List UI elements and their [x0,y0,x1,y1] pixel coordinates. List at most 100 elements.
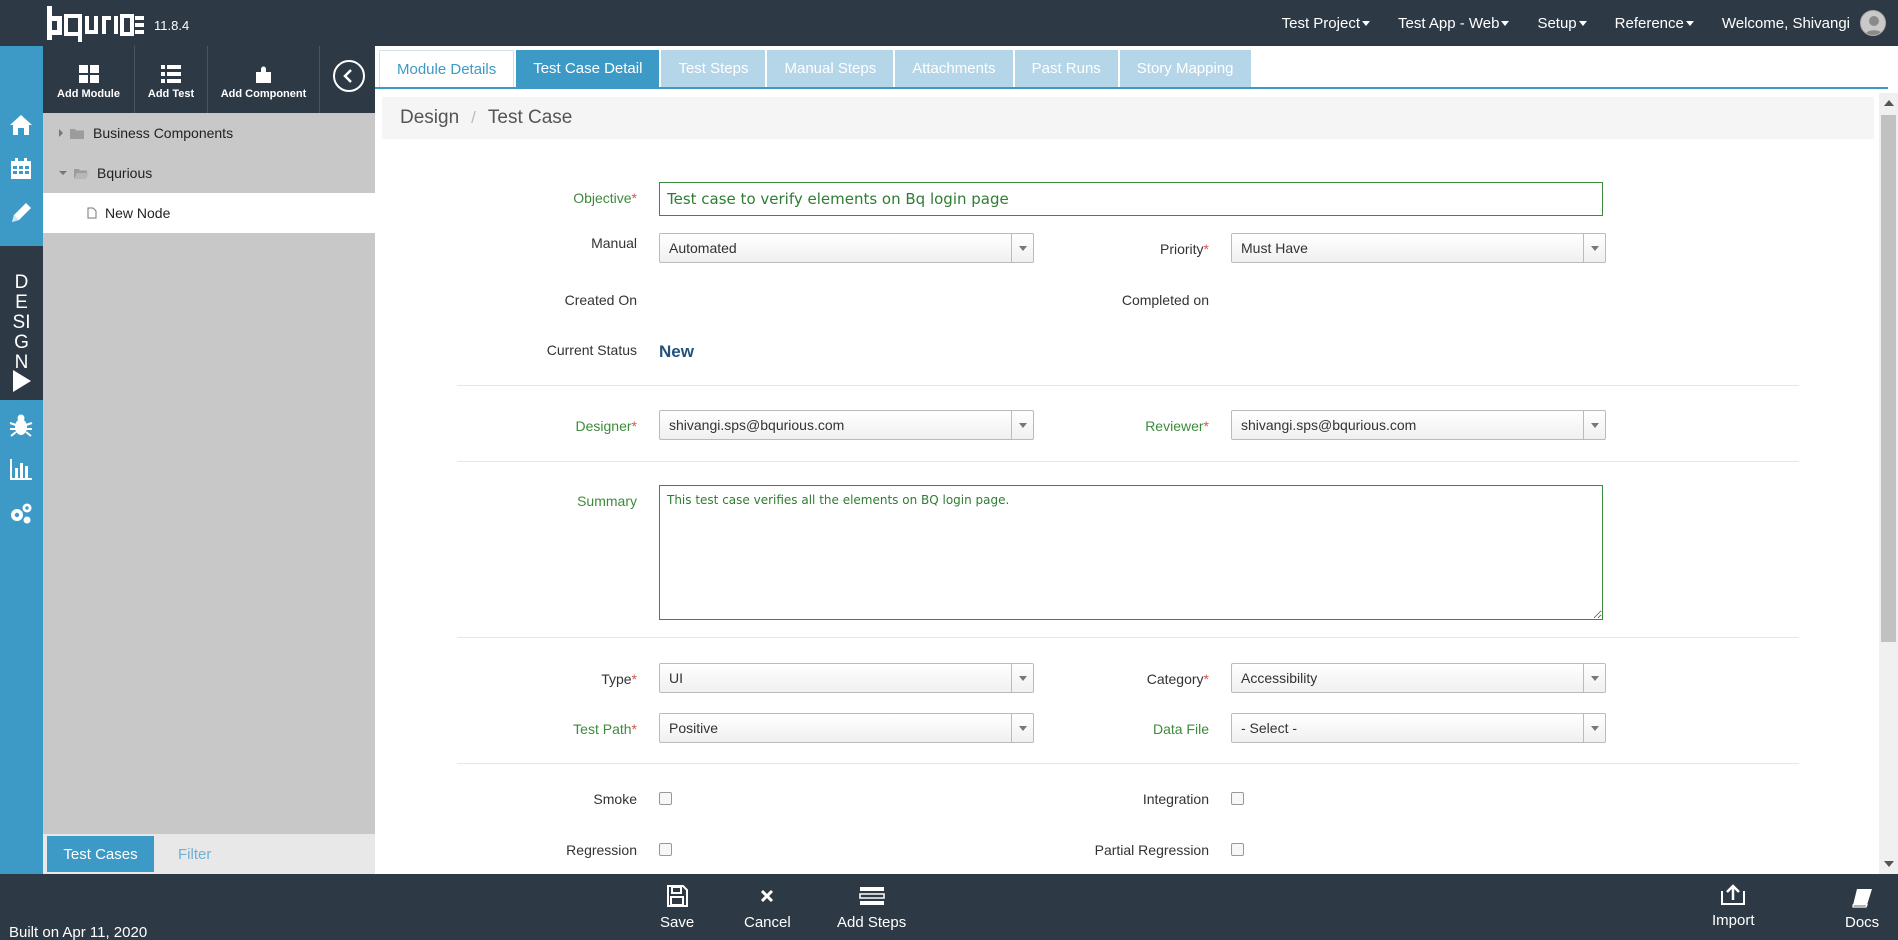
data-file-label: Data File [1152,721,1209,737]
expand-arrow-icon[interactable] [59,129,63,137]
save-button[interactable]: Save [660,884,694,931]
data-file-select[interactable]: - Select - [1231,713,1606,743]
tab-module-details[interactable]: Module Details [379,50,515,87]
label-text: Designer [575,418,632,434]
current-status-label: Current Status [546,342,637,358]
menu-label: Test App - Web [1398,14,1500,32]
created-on-label: Created On [564,292,637,308]
collapse-arrow-icon[interactable] [59,171,67,175]
regression-checkbox[interactable] [659,843,672,856]
play-icon[interactable] [8,368,34,394]
cancel-button[interactable]: Cancel [744,884,791,931]
bug-icon[interactable] [8,412,34,438]
test-path-select[interactable]: Positive [659,713,1034,743]
menu-setup[interactable]: Setup [1537,15,1587,32]
dropdown-arrow-icon [1583,714,1605,742]
summary-label: Summary [577,493,637,509]
manual-value: Automated [669,240,737,256]
tab-story-mapping[interactable]: Story Mapping [1119,50,1251,87]
design-letter: SI [12,312,31,333]
priority-select[interactable]: Must Have [1231,233,1606,263]
avatar[interactable] [1860,10,1886,36]
list-icon [161,65,181,83]
smoke-label: Smoke [593,791,637,807]
tree-node-bqurious[interactable]: Bqurious [43,153,375,193]
breadcrumb: Design / Test Case [382,97,1874,139]
data-file-value: - Select - [1241,720,1298,736]
docs-button[interactable]: Docs [1845,888,1879,931]
add-component-label: Add Component [220,88,307,100]
required-mark: * [1203,671,1209,687]
summary-textarea[interactable]: This test case verifies all the elements… [659,485,1603,620]
pencil-icon[interactable] [8,200,34,226]
tab-attachments[interactable]: Attachments [895,50,1013,87]
label-text: Reviewer [1145,418,1204,434]
label-text: Objective [573,190,632,206]
tab-manual-steps[interactable]: Manual Steps [767,50,894,87]
menu-test-app[interactable]: Test App - Web [1398,14,1510,32]
floppy-disk-icon [667,885,689,907]
caret-down-icon [1362,20,1370,26]
smoke-checkbox[interactable] [659,792,672,805]
menu-reference[interactable]: Reference [1615,15,1694,32]
priority-label: Priority* [1160,241,1209,257]
reviewer-label: Reviewer* [1145,418,1209,434]
menu-test-project[interactable]: Test Project [1282,15,1370,32]
type-value: UI [669,670,683,686]
integration-label: Integration [1142,791,1209,807]
designer-label: Designer* [576,418,637,434]
tab-test-cases[interactable]: Test Cases [47,836,154,872]
add-steps-button[interactable]: Add Steps [837,884,906,931]
tab-test-steps[interactable]: Test Steps [661,50,766,87]
collapse-panel-button[interactable] [333,60,365,92]
close-icon [761,889,774,903]
dropdown-arrow-icon [1011,234,1033,262]
home-icon[interactable] [8,112,34,138]
file-icon [87,207,97,219]
module-tree: Business Components Bqurious New Node [43,113,375,233]
caret-down-icon [1578,20,1587,26]
required-mark: * [1203,418,1209,434]
folder-open-icon [74,168,89,179]
manual-select[interactable]: Automated [659,233,1034,263]
tree-node-label: Business Components [93,125,234,141]
type-select[interactable]: UI [659,663,1034,693]
tree-node-business-components[interactable]: Business Components [43,113,375,153]
add-test-button[interactable]: Add Test [135,46,208,113]
bar-chart-icon[interactable] [8,456,34,482]
tree-node-new-node[interactable]: New Node [43,193,375,233]
cancel-label: Cancel [744,914,791,931]
tree-node-label: Bqurious [97,165,153,181]
reviewer-select[interactable]: shivangi.sps@bqurious.com [1231,410,1606,440]
designer-value: shivangi.sps@bqurious.com [669,417,845,433]
tab-test-case-detail[interactable]: Test Case Detail [516,50,660,87]
add-steps-label: Add Steps [837,914,907,931]
manual-label: Manual [591,235,637,251]
partial-regression-checkbox[interactable] [1231,843,1244,856]
panel-toolbar: Add Module Add Test Add Component [43,46,375,113]
welcome-user-menu[interactable]: Welcome, Shivangi [1722,15,1850,32]
import-button[interactable]: Import [1712,882,1755,929]
scroll-down-arrow-icon[interactable] [1884,861,1894,867]
designer-select[interactable]: shivangi.sps@bqurious.com [659,410,1034,440]
category-select[interactable]: Accessibility [1231,663,1606,693]
add-component-button[interactable]: Add Component [208,46,320,113]
tab-past-runs[interactable]: Past Runs [1014,50,1118,87]
tab-filter[interactable]: Filter [178,846,211,863]
scrollbar-thumb[interactable] [1881,115,1896,642]
divider [457,637,1799,638]
required-mark: * [631,190,637,206]
objective-input[interactable] [659,182,1603,216]
label-text: Category [1146,671,1204,687]
main-tabs: Module Details Test Case Detail Test Ste… [375,50,1888,89]
settings-gears-icon[interactable] [8,500,34,526]
main-scrollbar[interactable] [1879,93,1898,874]
divider [457,385,1799,386]
current-status-value: New [659,342,694,361]
add-module-button[interactable]: Add Module [43,46,135,113]
partial-regression-label: Partial Regression [1094,842,1209,858]
scroll-up-arrow-icon[interactable] [1884,100,1894,106]
integration-checkbox[interactable] [1231,792,1244,805]
calendar-icon[interactable] [8,156,34,182]
breadcrumb-root[interactable]: Design [400,107,459,129]
